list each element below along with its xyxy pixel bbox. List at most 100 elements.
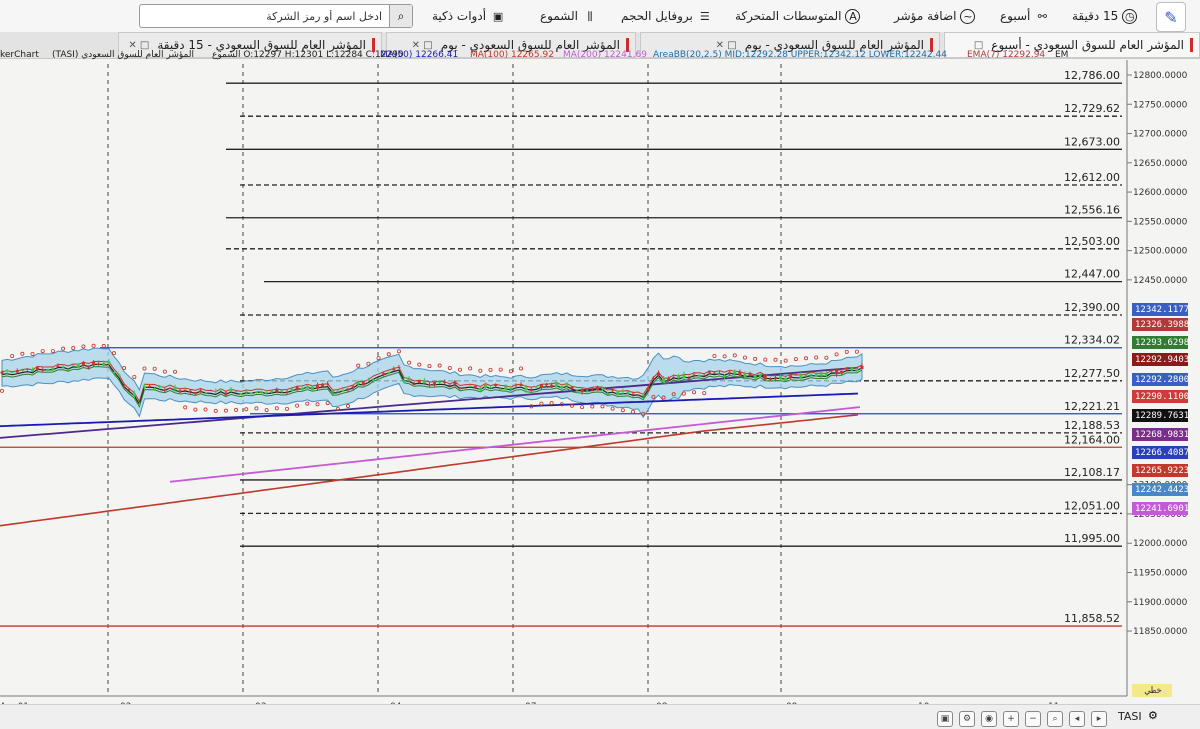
psar-dot — [854, 349, 859, 354]
level-lines — [0, 82, 1122, 627]
screenshot-icon[interactable]: ▣ — [937, 711, 953, 727]
candle-body — [300, 387, 304, 391]
ma100-value: MA(100) 12265.92 — [470, 50, 554, 60]
bollinger-band-area — [1, 347, 863, 419]
search-box: ⌕ — [139, 4, 413, 28]
candle-body — [763, 374, 767, 380]
candle-body — [728, 372, 732, 374]
smart-tools-button[interactable]: ▣ أدوات ذكية — [432, 4, 506, 28]
settings-gear-icon[interactable]: ⚙ — [1148, 709, 1158, 722]
psar-dot — [549, 401, 554, 406]
search-icon: ⌕ — [397, 8, 405, 23]
candle-body — [565, 383, 569, 386]
candle-body — [183, 389, 187, 391]
candle-body — [97, 363, 101, 365]
candle-body — [366, 379, 370, 381]
symbol-label: المؤشر العام للسوق السعودي (TASI) — [52, 50, 194, 60]
psar-dot — [274, 406, 279, 411]
candle-body — [5, 370, 9, 372]
psar-dot — [702, 391, 707, 396]
psar-dot — [610, 406, 615, 411]
time-axis: Aug010203040708091011 — [0, 695, 1127, 704]
candle-body — [753, 374, 757, 379]
candle-body — [829, 370, 833, 372]
candle-body — [616, 391, 620, 395]
psar-dot — [478, 368, 483, 373]
candle-body — [0, 371, 4, 374]
candle-body — [229, 388, 233, 392]
zoom-out-icon[interactable]: − — [1025, 711, 1041, 727]
candle-body — [417, 380, 421, 383]
psar-dot — [468, 366, 473, 371]
candle-body — [651, 377, 655, 380]
price-axis-tag: 12289.7631 — [1132, 409, 1189, 422]
candle-body — [641, 395, 645, 397]
candle-body — [438, 381, 442, 383]
candle-body — [387, 371, 391, 374]
psar-dot — [81, 344, 86, 349]
draw-button[interactable]: ✎ — [1156, 2, 1186, 32]
ma100-line — [0, 414, 859, 527]
candle-body — [331, 390, 335, 393]
moving-average-icon: A — [845, 8, 861, 24]
price-tick-label: 11900.0000 — [1133, 598, 1188, 608]
candle-body — [702, 375, 706, 377]
candle-body — [219, 388, 223, 391]
moving-averages-button[interactable]: A المتوسطات المتحركة — [735, 4, 861, 28]
candle-body — [66, 369, 70, 371]
candle-body — [168, 388, 172, 390]
candle-body — [748, 373, 752, 376]
candle-body — [850, 367, 854, 371]
line-type-badge[interactable]: خطي — [1132, 684, 1172, 697]
candle-body — [448, 384, 452, 386]
candle-body — [677, 375, 681, 379]
candle-body — [539, 384, 543, 388]
level-label: 11,858.52 — [1064, 612, 1120, 625]
psar-dot — [386, 352, 391, 357]
psar-dot — [427, 364, 432, 369]
psar-dot — [30, 351, 35, 356]
bottom-symbol: TASI — [1118, 710, 1142, 723]
level-label: 12,277.50 — [1064, 367, 1120, 380]
candle-body — [36, 367, 40, 370]
candle-body — [656, 372, 660, 376]
candle-body — [621, 390, 625, 393]
candle-body — [662, 378, 666, 382]
level-label: 12,556.16 — [1064, 204, 1120, 217]
chart-name: kerChart — [0, 50, 39, 60]
candle-body — [443, 381, 447, 383]
candles-button[interactable]: ⫼ الشموع — [540, 4, 598, 28]
psar-dot — [498, 367, 503, 372]
psar-dot — [742, 355, 747, 360]
price-tick-label: 12000.0000 — [1133, 539, 1188, 549]
search-button[interactable]: ⌕ — [389, 5, 412, 27]
zoom-in-icon[interactable]: + — [1003, 711, 1019, 727]
camera-icon[interactable]: ◉ — [981, 711, 997, 727]
candle-body — [707, 371, 711, 373]
candle-body — [92, 361, 96, 366]
candle-body — [198, 390, 202, 393]
search-input[interactable] — [140, 5, 386, 27]
psar-dot — [814, 355, 819, 360]
volume-profile-button[interactable]: ☰ بروفايل الحجم — [621, 4, 713, 28]
candle-body — [478, 387, 482, 391]
candle-body — [382, 372, 386, 376]
candle-body — [687, 378, 691, 380]
price-chart[interactable]: 12,786.00 12,729.62 12,673.00 12,612.00 12,5… — [0, 60, 1200, 704]
search-zoom-icon[interactable]: ⌕ — [1047, 711, 1063, 727]
settings-icon[interactable]: ⚙ — [959, 711, 975, 727]
scroll-right-icon[interactable]: ▸ — [1091, 711, 1107, 727]
add-indicator-button[interactable]: ~ اضافة مؤشر — [894, 4, 976, 28]
candle-body — [254, 391, 258, 393]
candle-body — [779, 376, 783, 380]
scroll-left-icon[interactable]: ◂ — [1069, 711, 1085, 727]
candle-body — [819, 373, 823, 376]
period-button[interactable]: ⚯ أسبوع — [1000, 4, 1050, 28]
candle-body — [402, 380, 406, 382]
toolbar: ✎ ◷ 15 دقيقة ⚯ أسبوع ~ اضافة مؤشر A المت… — [0, 0, 1200, 33]
candle-body — [427, 384, 431, 386]
price-axis-tag: 12292.2800 — [1132, 373, 1189, 386]
psar-dot — [773, 357, 778, 362]
candle-body — [310, 386, 314, 390]
interval-button[interactable]: ◷ 15 دقيقة — [1072, 4, 1138, 28]
